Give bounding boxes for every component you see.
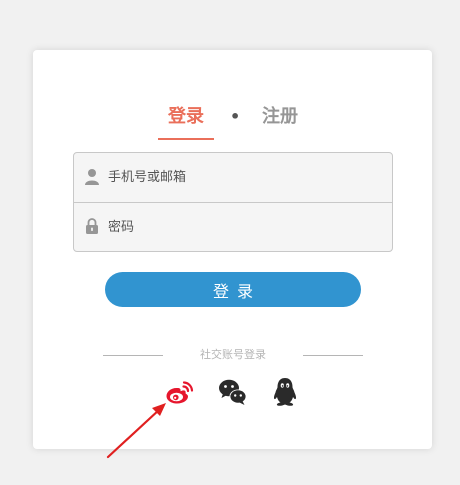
login-card: 登录 • 注册 登录 社交账号登录: [33, 50, 432, 449]
login-form: [73, 152, 393, 252]
active-tab-underline: [158, 138, 214, 140]
account-input[interactable]: [108, 153, 378, 202]
tab-login[interactable]: 登录: [158, 104, 214, 130]
lock-icon: [86, 218, 98, 234]
password-input[interactable]: [108, 203, 378, 251]
login-button[interactable]: 登录: [105, 272, 361, 307]
tab-separator: •: [230, 107, 241, 126]
tab-register[interactable]: 注册: [262, 104, 298, 130]
divider-right: [303, 355, 363, 356]
user-icon: [85, 169, 99, 185]
wechat-icon[interactable]: [217, 376, 249, 408]
social-login-title: 社交账号登录: [33, 347, 432, 363]
auth-tabs: 登录 • 注册: [33, 104, 432, 140]
qq-icon[interactable]: [269, 376, 301, 408]
password-row: [74, 203, 392, 251]
weibo-icon[interactable]: [163, 376, 195, 408]
social-icons: [33, 376, 432, 408]
divider-left: [103, 355, 163, 356]
social-login-label: 社交账号登录: [200, 348, 266, 361]
account-row: [74, 153, 392, 203]
